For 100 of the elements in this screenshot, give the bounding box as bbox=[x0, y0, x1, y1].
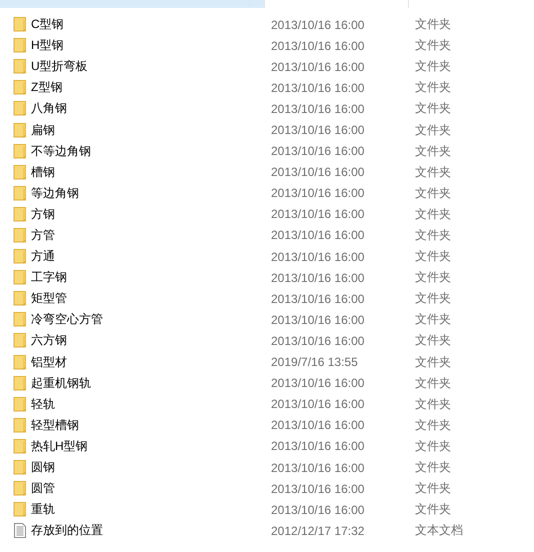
file-type: 文件夹 bbox=[415, 206, 451, 223]
folder-icon bbox=[13, 459, 27, 476]
modified-date: 2013/10/16 16:00 bbox=[271, 144, 366, 158]
folder-icon bbox=[13, 354, 27, 371]
modified-date: 2013/10/16 16:00 bbox=[271, 439, 366, 454]
file-name[interactable]: 热轧H型钢 bbox=[31, 438, 271, 455]
file-type: 文件夹 bbox=[415, 226, 451, 244]
modified-date: 2013/10/16 16:00 bbox=[271, 502, 366, 517]
folder-icon bbox=[13, 374, 27, 392]
file-name[interactable]: C型钢 bbox=[31, 16, 271, 34]
file-type: 文件夹 bbox=[415, 37, 451, 54]
file-name[interactable]: Z型钢 bbox=[31, 79, 271, 96]
file-name[interactable]: 圆管 bbox=[31, 480, 271, 498]
file-name[interactable]: 轻型槽钢 bbox=[31, 416, 271, 434]
file-type: 文件夹 bbox=[415, 122, 451, 139]
modified-date: 2013/10/16 16:00 bbox=[271, 482, 366, 496]
modified-date: 2013/10/16 16:00 bbox=[271, 270, 366, 285]
file-name[interactable]: 等边角钢 bbox=[31, 184, 271, 202]
file-name[interactable]: 轻轨 bbox=[31, 396, 271, 413]
file-type: 文本文档 bbox=[415, 522, 463, 540]
file-type: 文件夹 bbox=[415, 79, 451, 96]
modified-date: 2012/12/17 17:32 bbox=[271, 524, 366, 538]
modified-date: 2013/10/16 16:00 bbox=[271, 38, 366, 53]
folder-icon bbox=[13, 142, 27, 160]
file-name[interactable]: 方管 bbox=[31, 226, 271, 244]
file-name[interactable]: 六方钢 bbox=[31, 332, 271, 350]
file-type: 文件夹 bbox=[415, 438, 451, 455]
folder-icon bbox=[13, 100, 27, 118]
modified-date: 2013/10/16 16:00 bbox=[271, 123, 366, 138]
modified-date: 2013/10/16 16:00 bbox=[271, 250, 366, 264]
folder-icon bbox=[13, 226, 27, 244]
folder-icon bbox=[13, 206, 27, 223]
modified-date: 2013/10/16 16:00 bbox=[271, 102, 366, 116]
folder-icon bbox=[13, 269, 27, 286]
folder-icon bbox=[13, 164, 27, 181]
modified-date: 2019/7/16 13:55 bbox=[271, 355, 359, 370]
folder-icon bbox=[13, 290, 27, 308]
modified-date: 2013/10/16 16:00 bbox=[271, 418, 366, 432]
file-name[interactable]: 圆钢 bbox=[31, 459, 271, 476]
folder-icon bbox=[13, 480, 27, 498]
file-name[interactable]: 起重机钢轨 bbox=[31, 374, 271, 392]
folder-icon bbox=[13, 184, 27, 202]
folder-icon bbox=[13, 396, 27, 413]
file-type: 文件夹 bbox=[415, 142, 451, 160]
file-type: 文件夹 bbox=[415, 100, 451, 118]
file-type: 文件夹 bbox=[415, 501, 451, 518]
file-name[interactable]: H型钢 bbox=[31, 37, 271, 54]
modified-date: 2013/10/16 16:00 bbox=[271, 18, 366, 32]
file-name[interactable]: 冷弯空心方管 bbox=[31, 311, 271, 328]
file-name[interactable]: U型折弯板 bbox=[31, 58, 271, 76]
folder-icon bbox=[13, 37, 27, 54]
file-name[interactable]: 槽钢 bbox=[31, 164, 271, 181]
file-name[interactable]: 扁钢 bbox=[31, 122, 271, 139]
modified-date: 2013/10/16 16:00 bbox=[271, 60, 366, 74]
modified-date: 2013/10/16 16:00 bbox=[271, 228, 366, 242]
folder-icon bbox=[13, 332, 27, 350]
modified-date: 2013/10/16 16:00 bbox=[271, 186, 366, 200]
file-name[interactable]: 存放到的位置 bbox=[31, 522, 271, 540]
file-type: 文件夹 bbox=[415, 480, 451, 498]
modified-date: 2013/10/16 16:00 bbox=[271, 80, 366, 95]
folder-icon bbox=[13, 58, 27, 76]
file-type: 文件夹 bbox=[415, 16, 451, 34]
modified-date: 2013/10/16 16:00 bbox=[271, 292, 366, 306]
modified-date: 2013/10/16 16:00 bbox=[271, 334, 366, 348]
folder-icon bbox=[13, 248, 27, 266]
modified-date: 2013/10/16 16:00 bbox=[271, 397, 366, 412]
file-type: 文件夹 bbox=[415, 332, 451, 350]
file-name[interactable]: 工字钢 bbox=[31, 269, 271, 286]
file-type: 文件夹 bbox=[415, 248, 451, 266]
file-type: 文件夹 bbox=[415, 164, 451, 181]
folder-icon bbox=[13, 311, 27, 328]
file-name[interactable]: 不等边角钢 bbox=[31, 142, 271, 160]
file-type: 文件夹 bbox=[415, 311, 451, 328]
file-name[interactable]: 重轨 bbox=[31, 501, 271, 518]
modified-date: 2013/10/16 16:00 bbox=[271, 376, 366, 390]
file-name[interactable]: 方通 bbox=[31, 248, 271, 266]
file-type: 文件夹 bbox=[415, 396, 451, 413]
file-name[interactable]: 八角钢 bbox=[31, 100, 271, 118]
folder-icon bbox=[13, 438, 27, 455]
file-name[interactable]: 铝型材 bbox=[31, 354, 271, 371]
file-type: 文件夹 bbox=[415, 459, 451, 476]
folder-icon bbox=[13, 16, 27, 34]
file-type: 文件夹 bbox=[415, 416, 451, 434]
file-name[interactable]: 矩型管 bbox=[31, 290, 271, 308]
file-type: 文件夹 bbox=[415, 374, 451, 392]
modified-date: 2013/10/16 16:00 bbox=[271, 460, 366, 475]
file-name[interactable]: 方钢 bbox=[31, 206, 271, 223]
modified-date: 2013/10/16 16:00 bbox=[271, 207, 366, 222]
text-file-icon bbox=[13, 522, 27, 540]
file-type: 文件夹 bbox=[415, 290, 451, 308]
modified-date: 2013/10/16 16:00 bbox=[271, 312, 366, 327]
file-type: 文件夹 bbox=[415, 269, 451, 286]
folder-icon bbox=[13, 122, 27, 139]
folder-icon bbox=[13, 501, 27, 518]
modified-date: 2013/10/16 16:00 bbox=[271, 165, 366, 180]
file-type: 文件夹 bbox=[415, 184, 451, 202]
folder-icon bbox=[13, 79, 27, 96]
file-type: 文件夹 bbox=[415, 354, 451, 371]
folder-icon bbox=[13, 416, 27, 434]
file-type: 文件夹 bbox=[415, 58, 451, 76]
